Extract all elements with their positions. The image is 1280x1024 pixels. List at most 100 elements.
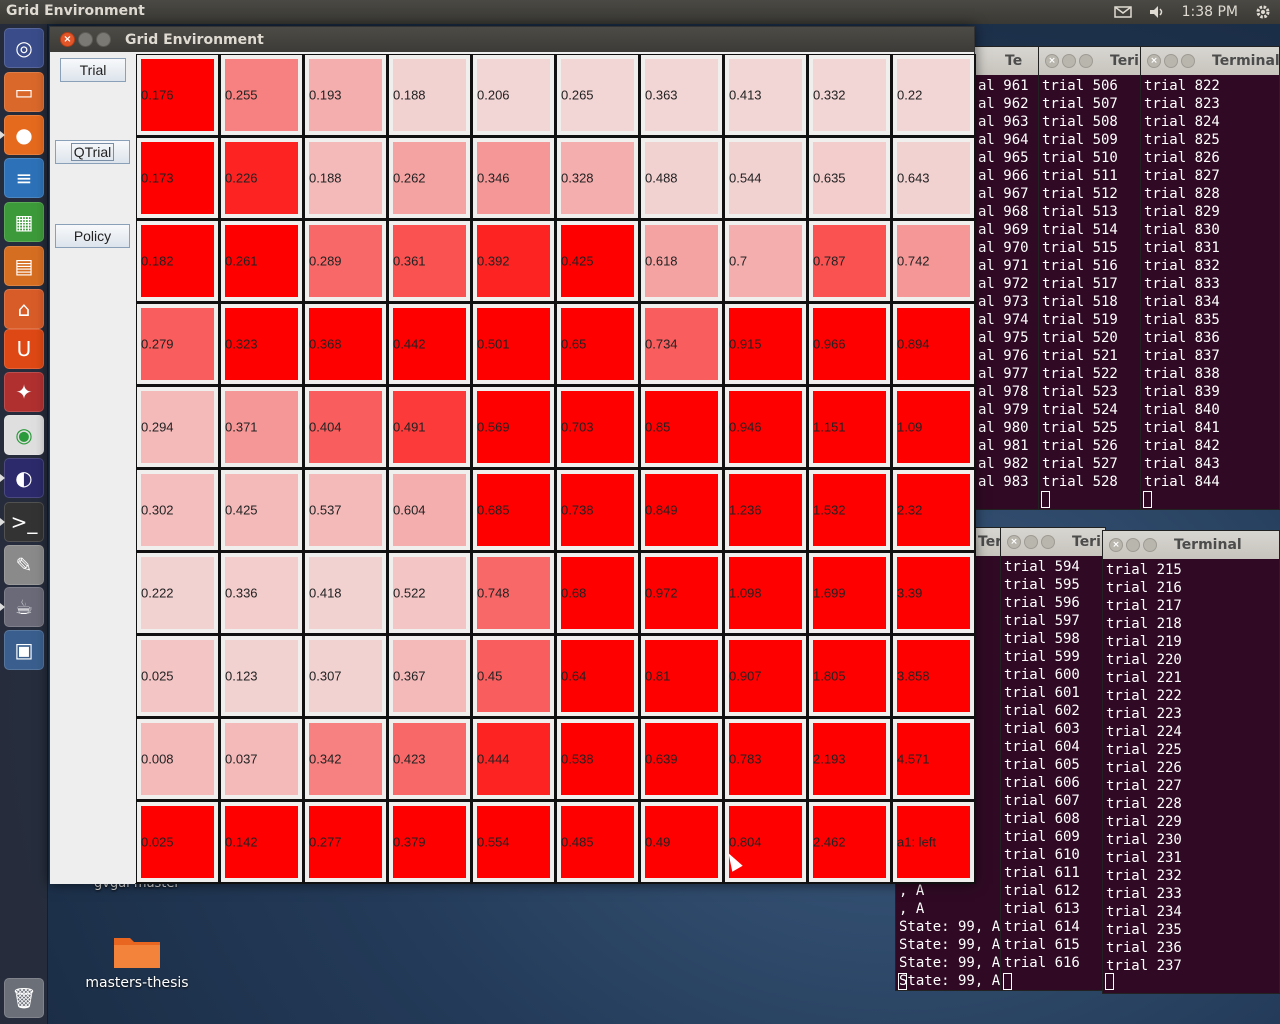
volume-icon[interactable] [1148, 5, 1166, 19]
terminal-window[interactable]: × Teri trial 594 trial 595 trial 596 trial … [1000, 527, 1106, 991]
terminal-titlebar[interactable]: × Terminal [1141, 47, 1279, 75]
dash-icon[interactable]: ◎ [4, 28, 44, 68]
grid-cell[interactable]: 0.491 [389, 387, 470, 467]
terminal-titlebar[interactable]: × Terminal [1103, 531, 1279, 559]
grid-cell[interactable]: 0.368 [305, 304, 386, 384]
grid-cell[interactable]: 0.618 [641, 221, 722, 301]
grid-cell[interactable]: 0.188 [305, 138, 386, 218]
policy-button[interactable]: Policy [55, 224, 130, 248]
grid-cell[interactable]: 0.025 [137, 636, 218, 716]
grid-cell[interactable]: 0.703 [557, 387, 638, 467]
close-icon[interactable]: × [1109, 538, 1123, 552]
grid-cell[interactable]: 0.222 [137, 553, 218, 633]
grid-cell[interactable]: 0.742 [893, 221, 974, 301]
folder-icon[interactable] [112, 932, 162, 970]
grid-cell[interactable]: 0.123 [221, 636, 302, 716]
grid-cell[interactable]: 0.279 [137, 304, 218, 384]
grid-cell[interactable]: 0.972 [641, 553, 722, 633]
grid-cell[interactable]: 0.277 [305, 802, 386, 882]
grid-cell[interactable]: 0.685 [473, 470, 554, 550]
firefox-icon[interactable]: ● [4, 115, 44, 155]
maximize-icon[interactable] [96, 32, 111, 47]
grid-cell[interactable]: 0.7 [725, 221, 806, 301]
grid-cell[interactable]: 0.643 [893, 138, 974, 218]
grid-cell[interactable]: 0.193 [305, 55, 386, 135]
grid-cell[interactable]: 0.635 [809, 138, 890, 218]
ubuntu-one-icon[interactable]: U [4, 329, 44, 369]
grid-cell[interactable]: 0.255 [221, 55, 302, 135]
grid-cell[interactable]: 0.182 [137, 221, 218, 301]
grid-cell[interactable]: 0.336 [221, 553, 302, 633]
maximize-icon[interactable] [1143, 538, 1157, 552]
java-icon[interactable]: ☕ [4, 587, 44, 627]
clock[interactable]: 1:38 PM [1182, 4, 1238, 20]
grid-cell[interactable]: 0.783 [725, 719, 806, 799]
software-center-icon[interactable]: ⌂ [4, 289, 44, 329]
grid-cell[interactable]: 0.49 [641, 802, 722, 882]
terminal-titlebar[interactable]: × Teri [1039, 47, 1141, 75]
grid-cell[interactable]: 0.85 [641, 387, 722, 467]
grid-cell[interactable]: 0.22 [893, 55, 974, 135]
grid-cell[interactable]: 1.151 [809, 387, 890, 467]
minimize-icon[interactable] [1024, 535, 1038, 549]
grid-cell[interactable]: 1.805 [809, 636, 890, 716]
grid-cell[interactable]: 0.173 [137, 138, 218, 218]
eclipse-icon[interactable]: ◐ [4, 458, 44, 498]
terminal-titlebar[interactable]: Te [975, 47, 1043, 75]
impress-icon[interactable]: ▤ [4, 246, 44, 286]
grid-cell[interactable]: 0.544 [725, 138, 806, 218]
terminal-window[interactable]: Te al 961 al 962 al 963 al 964 al 965 al 966 a… [974, 46, 1044, 510]
grid-cell[interactable]: 3.39 [893, 553, 974, 633]
close-icon[interactable]: × [1007, 535, 1021, 549]
grid-cell[interactable]: 0.444 [473, 719, 554, 799]
grid-cell[interactable]: 0.748 [473, 553, 554, 633]
grid-cell[interactable]: 0.037 [221, 719, 302, 799]
grid-cell[interactable]: 0.379 [389, 802, 470, 882]
desktop-folder-label[interactable]: masters-thesis [82, 975, 192, 991]
text-editor-icon[interactable]: ✎ [4, 545, 44, 585]
grid-cell[interactable]: 0.342 [305, 719, 386, 799]
grid-cell[interactable]: 0.68 [557, 553, 638, 633]
grid-cell[interactable]: 0.425 [557, 221, 638, 301]
grid-cell[interactable]: 0.307 [305, 636, 386, 716]
terminal-window[interactable]: × Teri trial 506 trial 507 trial 508 trial … [1038, 46, 1142, 510]
maximize-icon[interactable] [1079, 54, 1093, 68]
grid-cell[interactable]: 0.367 [389, 636, 470, 716]
grid-cell[interactable]: 0.363 [641, 55, 722, 135]
grid-cell[interactable]: 0.569 [473, 387, 554, 467]
settings-icon[interactable]: ✦ [4, 372, 44, 412]
mail-icon[interactable] [1113, 5, 1132, 19]
grid-cell[interactable]: 0.442 [389, 304, 470, 384]
chrome-icon[interactable]: ◉ [4, 415, 44, 455]
grid-cell[interactable]: 0.537 [305, 470, 386, 550]
grid-cell[interactable]: a1: left [893, 802, 974, 882]
grid-cell[interactable]: 3.858 [893, 636, 974, 716]
grid-cell[interactable]: 0.787 [809, 221, 890, 301]
workspace-icon[interactable]: ▣ [4, 630, 44, 670]
calc-icon[interactable]: ▦ [4, 202, 44, 242]
grid-cell[interactable]: 1.699 [809, 553, 890, 633]
grid-cell[interactable]: 0.554 [473, 802, 554, 882]
grid-cell[interactable]: 0.289 [305, 221, 386, 301]
grid-cell[interactable]: 1.532 [809, 470, 890, 550]
grid-cell[interactable]: 0.404 [305, 387, 386, 467]
trash-icon[interactable]: 🗑 [4, 978, 44, 1018]
grid-cell[interactable]: 0.188 [389, 55, 470, 135]
gear-icon[interactable] [1254, 3, 1272, 21]
grid-cell[interactable]: 0.346 [473, 138, 554, 218]
grid-cell[interactable]: 0.907 [725, 636, 806, 716]
grid-cell[interactable]: 0.142 [221, 802, 302, 882]
grid-cell[interactable]: 0.804 [725, 802, 806, 882]
grid-cell[interactable]: 0.226 [221, 138, 302, 218]
grid-cell[interactable]: 2.462 [809, 802, 890, 882]
grid-cell[interactable]: 0.64 [557, 636, 638, 716]
grid-cell[interactable]: 1.236 [725, 470, 806, 550]
grid-cell[interactable]: 0.418 [305, 553, 386, 633]
maximize-icon[interactable] [1041, 535, 1055, 549]
terminal-icon[interactable]: >_ [4, 502, 44, 542]
grid-cell[interactable]: 0.328 [557, 138, 638, 218]
grid-cell[interactable]: 0.323 [221, 304, 302, 384]
grid-cell[interactable]: 0.946 [725, 387, 806, 467]
grid-cell[interactable]: 0.849 [641, 470, 722, 550]
grid-cell[interactable]: 0.639 [641, 719, 722, 799]
